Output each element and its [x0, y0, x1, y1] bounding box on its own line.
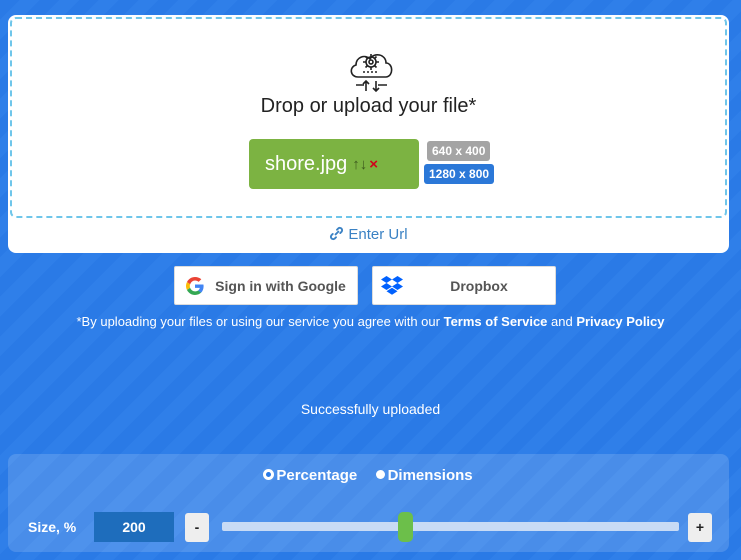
- increase-button[interactable]: +: [688, 513, 712, 542]
- size-slider-thumb[interactable]: [397, 512, 413, 542]
- terms-notice: *By uploading your files or using our se…: [0, 314, 741, 329]
- resize-panel: Percentage Dimensions Size, % 200 - +: [8, 454, 729, 552]
- move-up-icon[interactable]: ↑: [352, 156, 360, 173]
- radio-percentage-label: Percentage: [276, 467, 358, 484]
- decrease-button[interactable]: -: [185, 513, 209, 542]
- size-slider-track[interactable]: [222, 522, 679, 531]
- radio-unchecked-icon: [375, 470, 385, 479]
- size-label: Size, %: [28, 519, 77, 535]
- file-actions: ↑ ↓ ×: [352, 156, 378, 173]
- drop-title: Drop or upload your file*: [260, 95, 477, 117]
- cloud-upload-icon: [350, 54, 393, 93]
- upload-status: Successfully uploaded: [300, 401, 441, 417]
- radio-dimensions-label: Dimensions: [387, 467, 473, 484]
- dropbox-button[interactable]: Dropbox: [372, 266, 556, 305]
- privacy-policy-link[interactable]: Privacy Policy: [576, 314, 664, 329]
- file-name: shore.jpg: [265, 152, 348, 175]
- link-icon: [330, 226, 344, 241]
- terms-of-service-link[interactable]: Terms of Service: [444, 314, 548, 329]
- resize-mode-group: Percentage Dimensions: [8, 467, 729, 484]
- google-icon: [186, 276, 204, 295]
- google-signin-label: Sign in with Google: [215, 277, 346, 294]
- enter-url-link[interactable]: Enter Url: [8, 226, 729, 243]
- google-signin-button[interactable]: Sign in with Google: [174, 266, 358, 305]
- drop-zone[interactable]: Drop or upload your file* shore.jpg ↑ ↓ …: [10, 17, 727, 218]
- terms-and: and: [547, 314, 577, 329]
- radio-dimensions[interactable]: Dimensions: [375, 467, 473, 484]
- radio-percentage[interactable]: Percentage: [264, 467, 357, 484]
- terms-prefix: *By uploading your files or using our se…: [76, 314, 444, 329]
- move-down-icon[interactable]: ↓: [360, 156, 368, 173]
- size-badge-large: 1280 x 800: [424, 164, 495, 184]
- upload-card: Drop or upload your file* shore.jpg ↑ ↓ …: [8, 15, 729, 253]
- enter-url-label: Enter Url: [348, 226, 408, 243]
- radio-checked-icon: [264, 470, 274, 479]
- dropbox-label: Dropbox: [450, 277, 508, 294]
- size-input[interactable]: 200: [94, 512, 174, 542]
- size-badge-small: 640 x 400: [427, 141, 491, 161]
- dropbox-icon: [381, 275, 403, 295]
- file-chip[interactable]: shore.jpg ↑ ↓ ×: [249, 139, 419, 189]
- remove-file-icon[interactable]: ×: [369, 156, 378, 173]
